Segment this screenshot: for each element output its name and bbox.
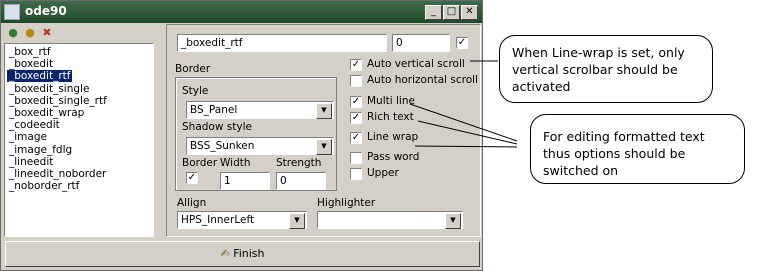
connector-line <box>417 120 518 145</box>
callout-formatted-text: For editing formatted text thus options … <box>530 114 745 184</box>
callout-line-wrap: When Line-wrap is set, only vertical scr… <box>499 35 713 103</box>
connector-line <box>414 145 518 148</box>
